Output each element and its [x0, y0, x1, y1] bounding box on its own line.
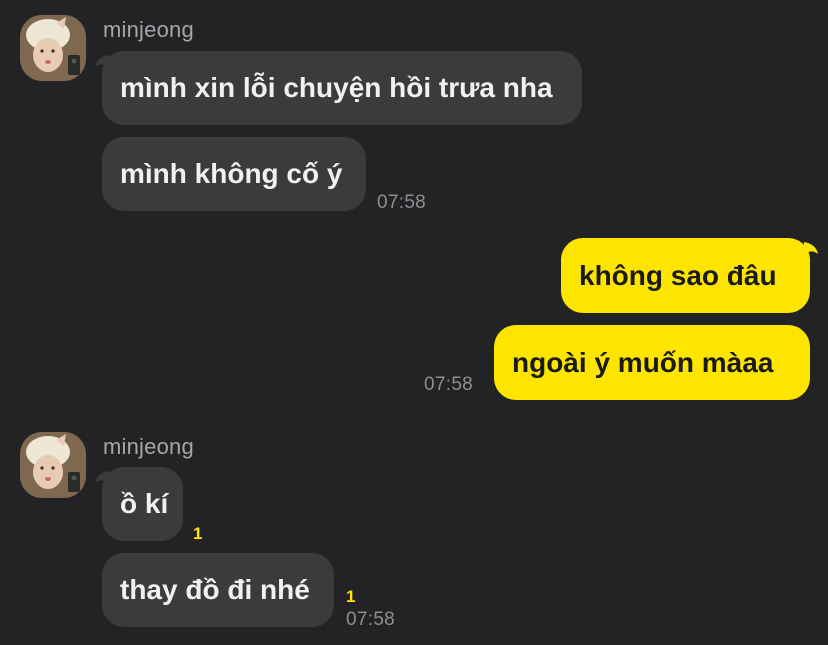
- outgoing-message[interactable]: không sao đâu: [561, 238, 810, 313]
- avatar[interactable]: [20, 15, 86, 81]
- incoming-message[interactable]: ồ kí: [102, 467, 183, 541]
- outgoing-message[interactable]: ngoài ý muốn màaa: [494, 325, 810, 400]
- incoming-message[interactable]: thay đồ đi nhé: [102, 553, 334, 627]
- message-timestamp: 07:58: [377, 192, 427, 213]
- message-timestamp: 07:58: [424, 374, 474, 395]
- message-text: thay đồ đi nhé: [120, 574, 310, 605]
- bubble-tail: [804, 242, 818, 256]
- message-text: mình xin lỗi chuyện hồi trưa nha: [120, 72, 553, 103]
- sender-name: minjeong: [103, 17, 194, 42]
- unread-count: 1: [193, 524, 203, 543]
- message-text: ngoài ý muốn màaa: [512, 346, 774, 378]
- message-text: không sao đâu: [579, 259, 777, 291]
- incoming-message[interactable]: mình không cố ý: [102, 137, 366, 211]
- message-timestamp: 07:58: [346, 609, 396, 630]
- sender-name: minjeong: [103, 434, 194, 459]
- incoming-message[interactable]: mình xin lỗi chuyện hồi trưa nha: [102, 51, 582, 125]
- avatar[interactable]: [20, 432, 86, 498]
- message-text: mình không cố ý: [120, 158, 343, 189]
- message-text: ồ kí: [120, 488, 169, 519]
- unread-count: 1: [346, 587, 356, 606]
